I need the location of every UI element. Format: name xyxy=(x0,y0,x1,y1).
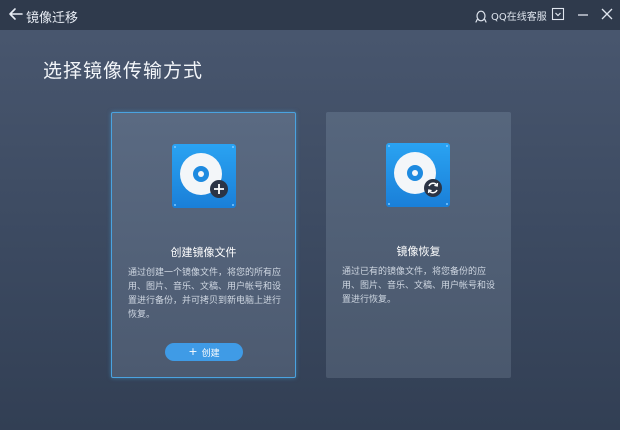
create-card-title: 创建镜像文件 xyxy=(170,246,237,259)
minimize-icon[interactable] xyxy=(575,6,591,22)
create-image-card[interactable]: 创建镜像文件 通过创建一个镜像文件，将您的所有应用、图片、音乐、文稿、用户帐号和… xyxy=(111,112,296,378)
restore-card-title: 镜像恢复 xyxy=(396,245,441,258)
create-button-label: 创建 xyxy=(201,348,220,359)
restore-card-description: 通过已有的镜像文件，将您备份的应用、图片、音乐、文稿、用户帐号和设置进行恢复。 xyxy=(342,267,496,305)
plus-icon: + xyxy=(188,345,198,358)
create-card-description: 通过创建一个镜像文件，将您的所有应用、图片、音乐、文稿、用户帐号和设置进行备份，… xyxy=(128,268,282,320)
dropdown-menu-icon[interactable] xyxy=(550,6,566,22)
close-icon[interactable] xyxy=(599,6,615,22)
qq-penguin-icon xyxy=(474,9,488,23)
page-title: 选择镜像传输方式 xyxy=(43,60,204,82)
support-label: QQ在线客服 xyxy=(491,12,547,23)
create-disc-icon xyxy=(168,140,240,212)
restore-disc-icon xyxy=(382,139,454,211)
title-bar: 镜像迁移 QQ在线客服 xyxy=(0,0,620,30)
app-title: 镜像迁移 xyxy=(26,11,79,26)
create-button[interactable]: + 创建 xyxy=(165,343,243,361)
online-support-link[interactable]: QQ在线客服 xyxy=(474,8,547,23)
back-arrow-icon[interactable] xyxy=(8,6,24,22)
restore-image-card[interactable]: 镜像恢复 通过已有的镜像文件，将您备份的应用、图片、音乐、文稿、用户帐号和设置进… xyxy=(326,112,511,378)
